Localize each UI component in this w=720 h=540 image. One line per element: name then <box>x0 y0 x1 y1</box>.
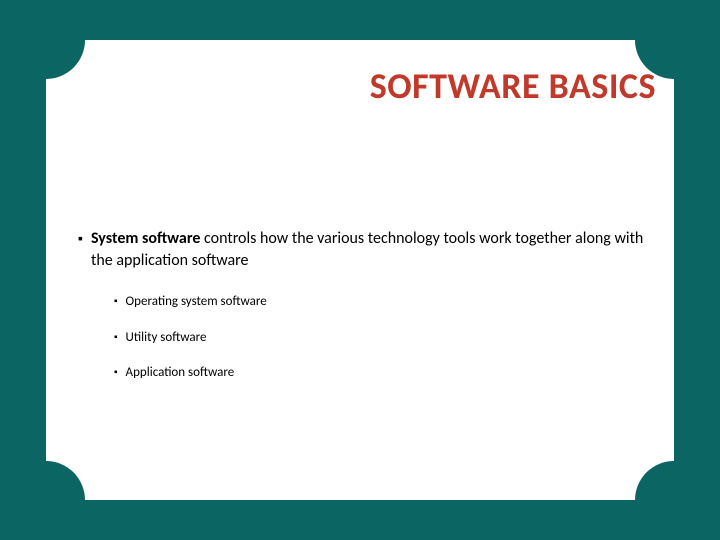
list-item-text: Application software <box>126 364 235 382</box>
bullet-icon: ▪ <box>78 228 83 249</box>
list-item: ▪ Utility software <box>114 329 656 347</box>
corner-cutout-br <box>635 461 713 539</box>
slide-body: ▪ System software controls how the vario… <box>78 228 656 400</box>
list-item-text: System software controls how the various… <box>91 228 656 271</box>
list-item-text: Operating system software <box>126 293 267 311</box>
bullet-icon: ▪ <box>114 293 118 309</box>
list-item: ▪ Operating system software <box>114 293 656 311</box>
bullet-icon: ▪ <box>114 364 118 380</box>
slide-title: SOFTWARE BASICS <box>370 64 656 108</box>
bullet-icon: ▪ <box>114 329 118 345</box>
list-item: ▪ System software controls how the vario… <box>78 228 656 271</box>
list-item-text: Utility software <box>126 329 207 347</box>
corner-cutout-tl <box>7 1 85 79</box>
bold-term: System software <box>91 229 200 248</box>
sub-list: ▪ Operating system software ▪ Utility so… <box>114 293 656 382</box>
list-item: ▪ Application software <box>114 364 656 382</box>
corner-cutout-bl <box>7 461 85 539</box>
